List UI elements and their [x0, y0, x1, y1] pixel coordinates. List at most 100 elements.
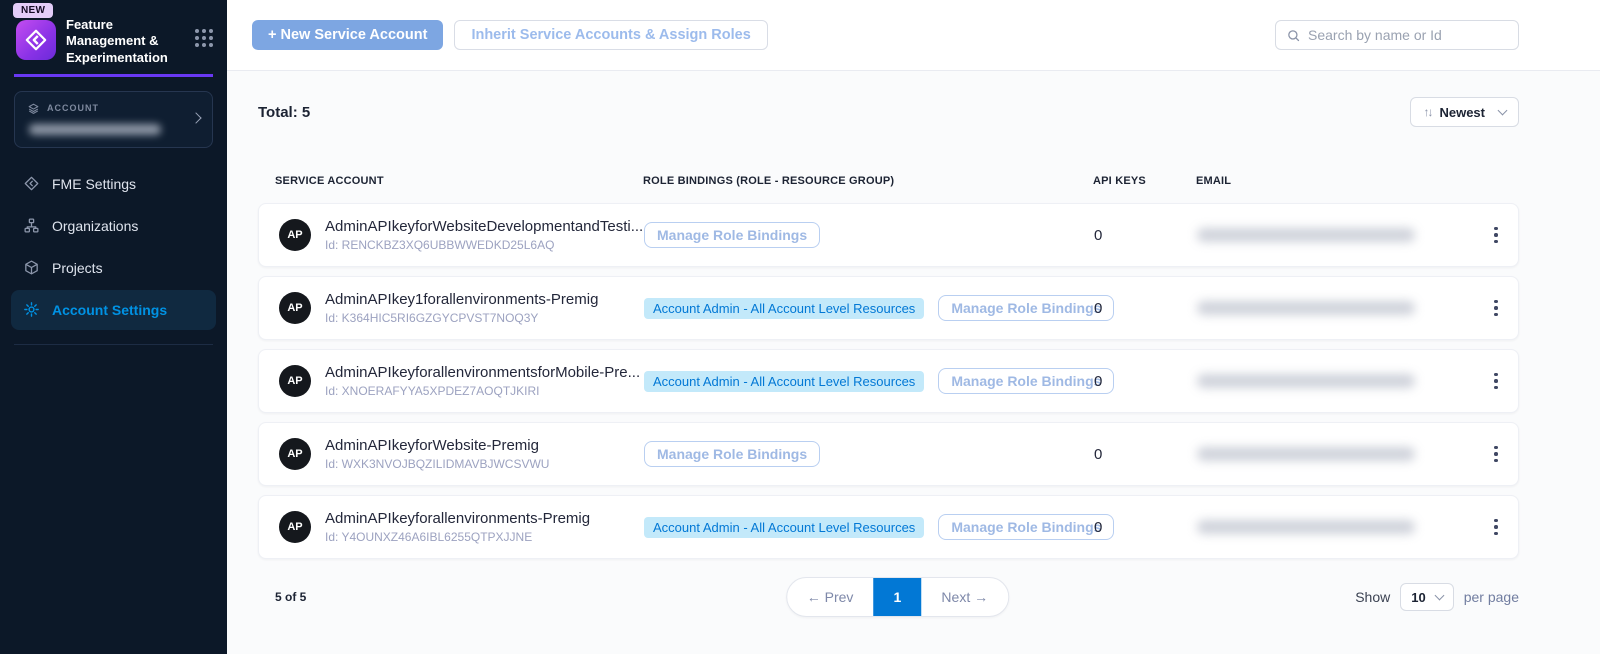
avatar: AP: [279, 511, 311, 543]
email-cell: [1197, 301, 1474, 315]
role-binding-badge: Account Admin - All Account Level Resour…: [644, 517, 924, 538]
avatar: AP: [279, 438, 311, 470]
email-redacted: [1197, 374, 1415, 388]
kebab-menu-icon[interactable]: [1488, 367, 1504, 396]
total-count: Total: 5: [258, 104, 310, 121]
page-size-dropdown[interactable]: 10: [1400, 583, 1453, 611]
kebab-menu-icon[interactable]: [1488, 221, 1504, 250]
layers-icon: [27, 102, 40, 115]
gear-icon: [23, 301, 40, 318]
account-selector[interactable]: ACCOUNT: [14, 91, 213, 148]
prev-page-button[interactable]: ← Prev: [787, 589, 874, 605]
avatar: AP: [279, 292, 311, 324]
email-redacted: [1197, 447, 1415, 461]
sidebar-item-organizations[interactable]: Organizations: [11, 206, 216, 246]
email-redacted: [1197, 520, 1415, 534]
column-service-account: SERVICE ACCOUNT: [258, 175, 643, 187]
sidebar-item-projects[interactable]: Projects: [11, 248, 216, 288]
sidebar-item-label: Projects: [52, 260, 103, 276]
email-cell: [1197, 374, 1474, 388]
sort-arrows-icon: ↑↓: [1423, 105, 1431, 119]
table-row: AP AdminAPIkey1forallenvironments-Premig…: [258, 276, 1519, 340]
avatar: AP: [279, 365, 311, 397]
split-diamond-icon: [23, 175, 40, 192]
sidebar-item-label: FME Settings: [52, 176, 136, 192]
service-account-name[interactable]: AdminAPIkeyforWebsiteDevelopmentandTesti…: [325, 218, 643, 235]
avatar: AP: [279, 219, 311, 251]
per-page-label: per page: [1464, 589, 1519, 605]
account-name-redacted: [29, 124, 161, 135]
new-service-account-button[interactable]: + New Service Account: [252, 20, 443, 50]
current-page-button[interactable]: 1: [873, 577, 921, 617]
sidebar-item-label: Organizations: [52, 218, 138, 234]
search-icon: [1286, 28, 1301, 43]
app-window: NEW Feature Management & Experimentation…: [0, 0, 1600, 654]
search-input[interactable]: [1308, 27, 1508, 43]
sidebar: NEW Feature Management & Experimentation…: [0, 0, 227, 654]
sort-value: Newest: [1439, 105, 1485, 120]
api-keys-count: 0: [1073, 519, 1197, 536]
show-label: Show: [1355, 589, 1390, 605]
action-toolbar: + New Service Account Inherit Service Ac…: [227, 0, 1600, 71]
column-api-keys: API KEYS: [1072, 175, 1196, 187]
sidebar-nav: FME Settings Organizations Projects Account…: [0, 164, 227, 330]
kebab-menu-icon[interactable]: [1488, 513, 1504, 542]
table-row: AP AdminAPIkeyforallenvironments-Premig …: [258, 495, 1519, 559]
account-label: ACCOUNT: [47, 103, 99, 113]
service-account-id: Id: RENCKBZ3XQ6UBBWWEDKD25L6AQ: [325, 238, 643, 252]
api-keys-count: 0: [1073, 446, 1197, 463]
service-account-id: Id: XNOERAFYYA5XPDEZ7AOQTJKIRI: [325, 384, 640, 398]
kebab-menu-icon[interactable]: [1488, 440, 1504, 469]
email-redacted: [1197, 301, 1415, 315]
fme-logo-icon: [16, 20, 56, 60]
sidebar-item-label: Account Settings: [52, 302, 167, 318]
service-account-name[interactable]: AdminAPIkeyforallenvironments-Premig: [325, 510, 590, 527]
email-cell: [1197, 520, 1474, 534]
api-keys-count: 0: [1073, 373, 1197, 390]
email-cell: [1197, 228, 1474, 242]
pagination: ← Prev 1 Next →: [786, 577, 1009, 617]
service-account-name[interactable]: AdminAPIkeyforWebsite-Premig: [325, 437, 549, 454]
chevron-down-icon: [1434, 591, 1444, 601]
cube-icon: [23, 259, 40, 276]
result-count: 5 of 5: [258, 590, 306, 604]
sidebar-item-fme-settings[interactable]: FME Settings: [11, 164, 216, 204]
role-binding-badge: Account Admin - All Account Level Resour…: [644, 371, 924, 392]
table-body: AP AdminAPIkeyforWebsiteDevelopmentandTe…: [258, 203, 1519, 559]
table-row: AP AdminAPIkeyforallenvironmentsforMobil…: [258, 349, 1519, 413]
brand-accent-divider: [14, 74, 213, 77]
org-chart-icon: [23, 217, 40, 234]
service-account-name[interactable]: AdminAPIkeyforallenvironmentsforMobile-P…: [325, 364, 640, 381]
service-account-id: Id: Y4OUNXZ46A6IBL6255QTPXJJNE: [325, 530, 590, 544]
content-area: Total: 5 ↑↓ Newest SERVICE ACCOUNT ROLE …: [227, 71, 1600, 654]
table-footer: 5 of 5 ← Prev 1 Next → Show 10 per page: [258, 583, 1519, 611]
brand-header: NEW Feature Management & Experimentation: [0, 0, 227, 66]
email-cell: [1197, 447, 1474, 461]
sort-dropdown[interactable]: ↑↓ Newest: [1410, 97, 1519, 127]
new-badge: NEW: [13, 3, 53, 18]
sidebar-item-account-settings[interactable]: Account Settings: [11, 290, 216, 330]
column-email: EMAIL: [1196, 175, 1475, 187]
manage-role-bindings-button[interactable]: Manage Role Bindings: [644, 222, 820, 248]
next-page-button[interactable]: Next →: [921, 589, 1008, 605]
table-row: AP AdminAPIkeyforWebsite-Premig Id: WXK3…: [258, 422, 1519, 486]
table-header: SERVICE ACCOUNT ROLE BINDINGS (ROLE - RE…: [258, 175, 1519, 187]
manage-role-bindings-button[interactable]: Manage Role Bindings: [644, 441, 820, 467]
api-keys-count: 0: [1073, 227, 1197, 244]
service-account-id: Id: WXK3NVOJBQZILIDMAVBJWCSVWU: [325, 457, 549, 471]
api-keys-count: 0: [1073, 300, 1197, 317]
table-row: AP AdminAPIkeyforWebsiteDevelopmentandTe…: [258, 203, 1519, 267]
chevron-down-icon: [1498, 106, 1508, 116]
role-binding-badge: Account Admin - All Account Level Resour…: [644, 298, 924, 319]
app-switcher-grid-icon[interactable]: [195, 29, 213, 47]
inherit-service-accounts-button[interactable]: Inherit Service Accounts & Assign Roles: [454, 20, 767, 50]
email-redacted: [1197, 228, 1415, 242]
app-title: Feature Management & Experimentation: [66, 17, 184, 66]
kebab-menu-icon[interactable]: [1488, 294, 1504, 323]
page-size-value: 10: [1411, 590, 1425, 605]
service-account-id: Id: K364HIC5RI6GZGYCPVST7NOQ3Y: [325, 311, 598, 325]
main-panel: + New Service Account Inherit Service Ac…: [227, 0, 1600, 654]
sidebar-divider: [14, 344, 213, 345]
service-account-name[interactable]: AdminAPIkey1forallenvironments-Premig: [325, 291, 598, 308]
search-box: [1275, 20, 1519, 50]
